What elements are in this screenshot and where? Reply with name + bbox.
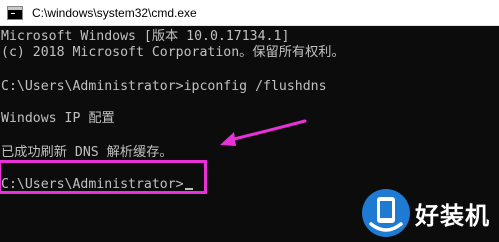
- console-line-command: C:\Users\Administrator>ipconfig /flushdn…: [1, 79, 327, 94]
- watermark-text: 好装机: [415, 201, 490, 230]
- window-titlebar[interactable]: C:\windows\system32\cmd.exe: [0, 0, 499, 26]
- cmd-icon: [7, 5, 23, 20]
- console-line-version: Microsoft Windows [版本 10.0.17134.1]: [1, 29, 290, 44]
- pointer-arrow-icon: [220, 119, 307, 146]
- watermark-logo-icon: [362, 189, 410, 237]
- window-title: C:\windows\system32\cmd.exe: [32, 5, 197, 20]
- highlight-box: [0, 160, 207, 194]
- console-line-ip-config: Windows IP 配置: [1, 111, 115, 126]
- console-line-flush-success: 已成功刷新 DNS 解析缓存。: [1, 145, 173, 160]
- watermark: 好装机: [361, 188, 490, 238]
- console-line-copyright: (c) 2018 Microsoft Corporation。保留所有权利。: [1, 45, 345, 60]
